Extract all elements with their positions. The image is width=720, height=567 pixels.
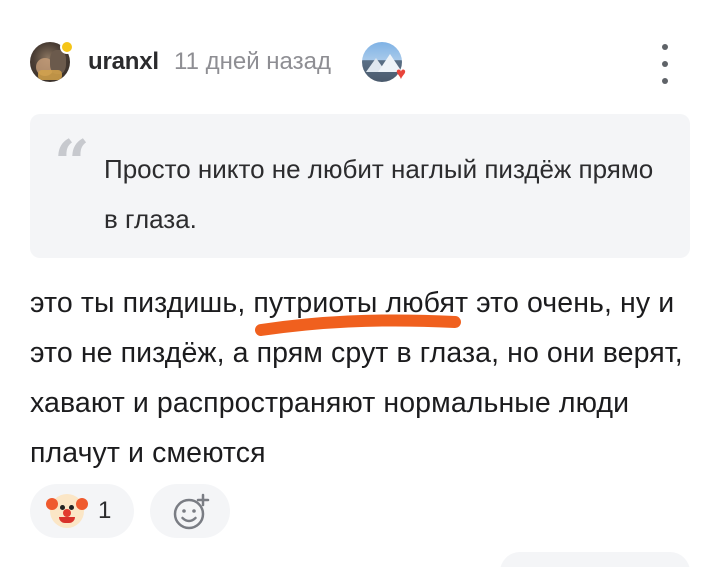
reply-button[interactable]	[500, 552, 690, 567]
avatar-shape	[38, 70, 62, 80]
menu-dot	[662, 61, 668, 67]
comment-timestamp: 11 дней назад	[174, 48, 331, 75]
add-reaction-button[interactable]	[150, 484, 230, 538]
clown-mouth	[59, 517, 75, 523]
comment-card: uranxl 11 дней назад ♥ “ Просто никто не…	[0, 0, 720, 567]
highlight-stroke	[255, 314, 461, 336]
more-vertical-icon[interactable]	[656, 44, 674, 84]
reaction-clown[interactable]: 1	[30, 484, 134, 538]
quote-icon: “	[54, 126, 90, 199]
quoted-text: Просто никто не любит наглый пиздёж прям…	[104, 154, 654, 234]
clown-hair	[46, 498, 58, 510]
reaction-count: 1	[98, 497, 112, 524]
menu-dot	[662, 78, 668, 84]
online-status-dot	[60, 40, 74, 54]
menu-dot	[662, 44, 668, 50]
add-emoji-icon	[173, 493, 210, 530]
clown-hair	[76, 498, 88, 510]
heart-icon: ♥	[395, 64, 406, 83]
user-avatar[interactable]	[30, 40, 74, 84]
user-badge[interactable]: ♥	[362, 42, 406, 84]
username[interactable]: uranxl	[88, 48, 159, 76]
clown-nose	[63, 509, 71, 517]
clown-face-icon	[46, 494, 88, 528]
